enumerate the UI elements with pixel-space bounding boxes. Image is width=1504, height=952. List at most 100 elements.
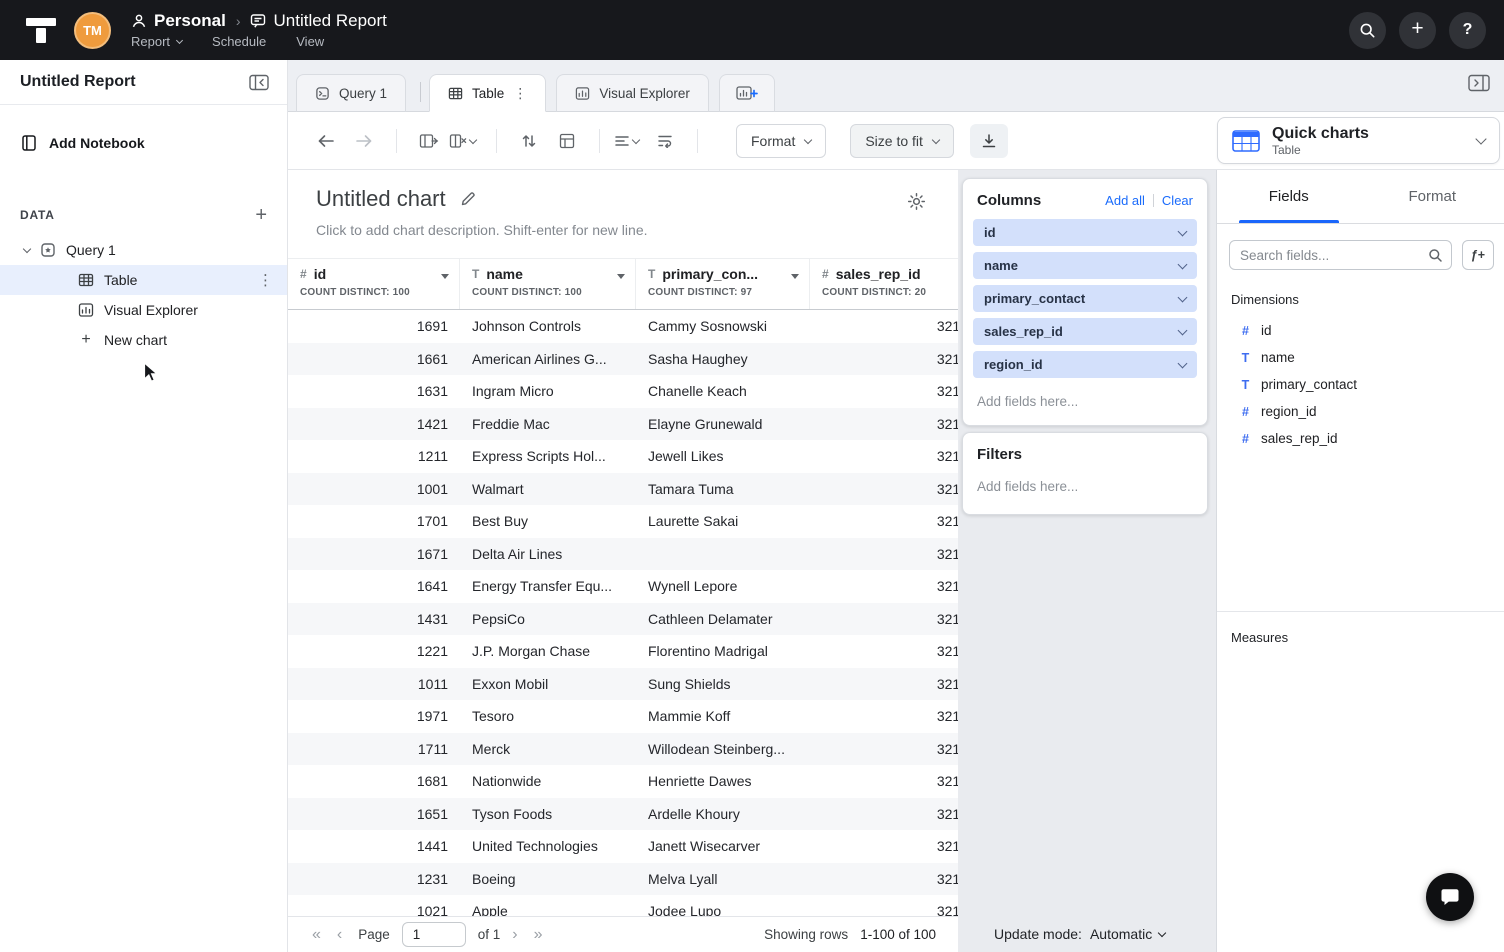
freeze-panes-icon[interactable]: [549, 124, 585, 158]
column-pill-sales_rep_id[interactable]: sales_rep_id: [973, 318, 1197, 345]
tree-item-table[interactable]: Table ⋮: [0, 265, 287, 295]
tree-item-query[interactable]: Query 1: [0, 235, 287, 265]
edit-pencil-icon[interactable]: [460, 191, 476, 207]
table-row[interactable]: 1691Johnson ControlsCammy Sosnowski3215: [288, 310, 958, 343]
new-chart-button[interactable]: + New chart: [0, 325, 287, 355]
menu-schedule[interactable]: Schedule: [212, 34, 266, 49]
workspace-crumb[interactable]: Personal: [131, 11, 226, 31]
chevron-down-icon[interactable]: [1178, 358, 1188, 368]
table-row[interactable]: 1441United TechnologiesJanett Wisecarver…: [288, 830, 958, 863]
table-row[interactable]: 1001WalmartTamara Tuma3215: [288, 473, 958, 506]
search-fields-input[interactable]: [1229, 240, 1452, 270]
kebab-icon[interactable]: ⋮: [513, 85, 527, 102]
column-header-name[interactable]: TnameCOUNT DISTINCT: 100: [460, 259, 636, 309]
table-row[interactable]: 1711MerckWillodean Steinberg...3215: [288, 733, 958, 766]
add-formula-button[interactable]: ƒ+: [1462, 240, 1494, 270]
dimension-sales_rep_id[interactable]: #sales_rep_id: [1231, 425, 1504, 452]
page-number-input[interactable]: [402, 922, 466, 947]
column-menu-caret-icon[interactable]: [441, 274, 449, 279]
chart-description-placeholder[interactable]: Click to add chart description. Shift-en…: [316, 222, 958, 238]
sort-icon[interactable]: [511, 124, 547, 158]
app-logo[interactable]: [24, 15, 58, 45]
table-cell: 3215: [810, 318, 958, 334]
pill-label: name: [984, 258, 1018, 273]
prev-page-button[interactable]: ‹: [337, 927, 342, 943]
toggle-right-panel-icon[interactable]: [1468, 74, 1490, 92]
quick-charts-selector[interactable]: Quick charts Table: [1217, 117, 1500, 164]
table-row[interactable]: 1021AppleJodee Lupo3215: [288, 895, 958, 916]
table-row[interactable]: 1661American Airlines G...Sasha Haughey3…: [288, 343, 958, 376]
first-page-button[interactable]: «: [312, 927, 321, 943]
column-header-sales_rep_id[interactable]: #sales_rep_idCOUNT DISTINCT: 20: [810, 259, 958, 309]
table-row[interactable]: 1211Express Scripts Hol...Jewell Likes32…: [288, 440, 958, 473]
tree-item-visual-explorer[interactable]: Visual Explorer: [0, 295, 287, 325]
dimension-name[interactable]: Tname: [1231, 344, 1504, 371]
table-row[interactable]: 1231BoeingMelva Lyall3215: [288, 863, 958, 896]
redo-forward-icon[interactable]: [346, 124, 382, 158]
tab-fields[interactable]: Fields: [1217, 170, 1361, 223]
table-row[interactable]: 1701Best BuyLaurette Sakai3215: [288, 505, 958, 538]
chevron-down-icon[interactable]: [1178, 226, 1188, 236]
add-button[interactable]: +: [1399, 12, 1436, 49]
dimension-primary_contact[interactable]: Tprimary_contact: [1231, 371, 1504, 398]
chat-support-button[interactable]: [1426, 873, 1474, 921]
filters-add-fields-dropzone[interactable]: Add fields here...: [963, 473, 1207, 500]
table-row[interactable]: 1431PepsiCoCathleen Delamater3215: [288, 603, 958, 636]
table-row[interactable]: 1011Exxon MobilSung Shields3215: [288, 668, 958, 701]
chart-title[interactable]: Untitled chart: [316, 186, 446, 212]
column-pill-name[interactable]: name: [973, 252, 1197, 279]
table-row[interactable]: 1681NationwideHenriette Dawes3215: [288, 765, 958, 798]
column-pill-id[interactable]: id: [973, 219, 1197, 246]
size-to-fit-button[interactable]: Size to fit: [850, 124, 954, 158]
table-row[interactable]: 1641Energy Transfer Equ...Wynell Lepore3…: [288, 570, 958, 603]
download-button[interactable]: [970, 124, 1008, 158]
next-page-button[interactable]: ›: [512, 927, 517, 943]
menu-view[interactable]: View: [296, 34, 324, 49]
insert-column-icon[interactable]: [411, 124, 447, 158]
column-header-primary_con[interactable]: Tprimary_con...COUNT DISTINCT: 97: [636, 259, 810, 309]
add-data-button[interactable]: +: [255, 205, 267, 225]
menu-report[interactable]: Report: [131, 34, 182, 49]
format-button[interactable]: Format: [736, 124, 826, 158]
update-mode-dropdown[interactable]: Automatic: [1090, 926, 1165, 942]
kebab-icon[interactable]: ⋮: [258, 271, 273, 289]
add-all-link[interactable]: Add all: [1105, 193, 1145, 208]
collapse-sidebar-icon[interactable]: [249, 74, 269, 91]
column-menu-caret-icon[interactable]: [791, 274, 799, 279]
add-notebook-button[interactable]: Add Notebook: [0, 125, 287, 161]
undo-back-icon[interactable]: [308, 124, 344, 158]
help-button[interactable]: ?: [1449, 12, 1486, 49]
chevron-down-icon[interactable]: [23, 244, 31, 252]
delete-column-button[interactable]: [449, 133, 482, 149]
chevron-down-icon[interactable]: [1178, 325, 1188, 335]
column-pill-primary_contact[interactable]: primary_contact: [973, 285, 1197, 312]
column-menu-caret-icon[interactable]: [617, 274, 625, 279]
table-row[interactable]: 1651Tyson FoodsArdelle Khoury3215: [288, 798, 958, 831]
table-cell: Nationwide: [460, 773, 636, 789]
last-page-button[interactable]: »: [534, 927, 543, 943]
column-header-id[interactable]: #idCOUNT DISTINCT: 100: [288, 259, 460, 309]
dimension-id[interactable]: #id: [1231, 317, 1504, 344]
tab-visual-explorer[interactable]: Visual Explorer: [556, 74, 709, 112]
tab-query-1[interactable]: Query 1: [296, 74, 406, 112]
search-button[interactable]: [1349, 12, 1386, 49]
chart-settings-gear-icon[interactable]: [907, 192, 926, 211]
columns-add-fields-dropzone[interactable]: Add fields here...: [963, 384, 1207, 425]
wrap-text-icon[interactable]: [647, 124, 683, 158]
tab-format[interactable]: Format: [1361, 170, 1504, 223]
table-row[interactable]: 1671Delta Air Lines3215: [288, 538, 958, 571]
clear-link[interactable]: Clear: [1162, 193, 1193, 208]
new-chart-tab-button[interactable]: [719, 74, 775, 112]
chevron-down-icon[interactable]: [1178, 259, 1188, 269]
table-row[interactable]: 1421Freddie MacElayne Grunewald3215: [288, 408, 958, 441]
table-row[interactable]: 1221J.P. Morgan ChaseFlorentino Madrigal…: [288, 635, 958, 668]
tab-table[interactable]: Table ⋮: [429, 74, 546, 112]
report-crumb[interactable]: Untitled Report: [250, 11, 386, 31]
chevron-down-icon[interactable]: [1178, 292, 1188, 302]
table-row[interactable]: 1971TesoroMammie Koff3215: [288, 700, 958, 733]
align-button[interactable]: [614, 134, 645, 148]
avatar[interactable]: TM: [74, 12, 111, 49]
column-pill-region_id[interactable]: region_id: [973, 351, 1197, 378]
table-row[interactable]: 1631Ingram MicroChanelle Keach3215: [288, 375, 958, 408]
dimension-region_id[interactable]: #region_id: [1231, 398, 1504, 425]
